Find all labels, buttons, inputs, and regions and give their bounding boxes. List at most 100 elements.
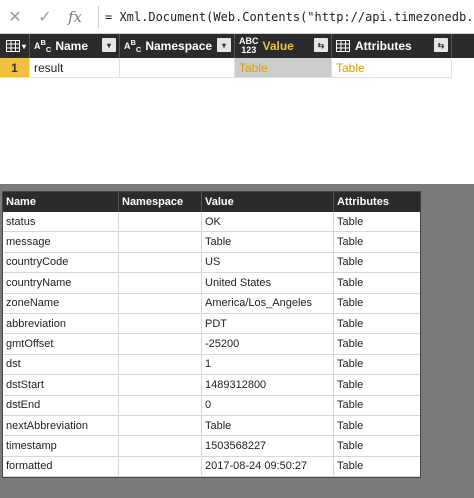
column-header-value[interactable]: ABC 123 Value ⇆ <box>235 34 332 58</box>
cell-value: 1489312800 <box>202 375 334 396</box>
column-header-name[interactable]: ABC Name ▾ <box>30 34 120 58</box>
cell-value: OK <box>202 212 334 233</box>
column-header-namespace[interactable]: ABC Namespace ▾ <box>120 34 235 58</box>
cell-attributes: Table <box>334 457 420 478</box>
cell-namespace <box>119 314 202 335</box>
grid-header: ▾ ABC Name ▾ ABC Namespace ▾ ABC 123 Valu… <box>0 34 474 58</box>
commit-button[interactable]: ✓ <box>30 0 60 33</box>
cell-namespace[interactable] <box>120 58 235 78</box>
cell-attributes: Table <box>334 253 420 274</box>
expand-column-button[interactable]: ⇆ <box>434 38 448 52</box>
preview-header-namespace: Namespace <box>119 192 202 212</box>
table-row: zoneName America/Los_Angeles Table <box>3 293 420 314</box>
table-row: countryName United States Table <box>3 273 420 294</box>
cell-name: zoneName <box>3 293 119 314</box>
cell-attributes: Table <box>334 416 420 437</box>
preview-header-attributes: Attributes <box>337 196 389 208</box>
table-row: dstEnd 0 Table <box>3 395 420 416</box>
table-row: message Table Table <box>3 232 420 253</box>
formula-input[interactable]: = Xml.Document(Web.Contents("http://api.… <box>105 10 474 24</box>
cell-namespace <box>119 252 202 274</box>
column-filter-button[interactable]: ▾ <box>102 38 116 52</box>
cell-name: status <box>3 212 119 233</box>
cell-attributes: Table <box>334 436 420 457</box>
abc-icon: ABC <box>34 38 52 54</box>
cell-namespace <box>119 212 202 233</box>
cell-value: Table <box>202 232 334 253</box>
cell-value: US <box>202 252 334 274</box>
cell-value: 1 <box>202 354 334 376</box>
column-attributes-label: Attributes <box>355 39 412 53</box>
cell-attributes-table-link[interactable]: Table <box>332 58 452 78</box>
cell-value: America/Los_Angeles <box>202 293 334 314</box>
fx-icon: fx <box>67 7 82 26</box>
cell-preview-pane: Name Namespace Value Attributes status OK… <box>2 191 421 478</box>
row-number: 1 <box>0 58 30 78</box>
cell-name: timestamp <box>3 436 119 457</box>
formula-divider <box>98 5 99 28</box>
cell-name: dst <box>3 354 119 376</box>
cell-attributes: Table <box>334 212 420 233</box>
cell-attributes: Table <box>334 375 420 396</box>
cell-namespace <box>119 354 202 376</box>
column-namespace-label: Namespace <box>145 39 213 53</box>
table-row: countryCode US Table <box>3 252 420 274</box>
cell-attributes: Table <box>334 314 420 335</box>
cell-namespace <box>119 416 202 437</box>
cell-name: dstStart <box>3 375 119 396</box>
cell-name: countryCode <box>3 252 119 274</box>
cell-name: formatted <box>3 456 119 478</box>
cell-name: message <box>3 232 119 253</box>
cell-value: Table <box>202 416 334 437</box>
cell-namespace <box>119 273 202 294</box>
cell-value: PDT <box>202 314 334 335</box>
cell-value: United States <box>202 273 334 294</box>
table-row: timestamp 1503568227 Table <box>3 436 420 457</box>
table-row: dst 1 Table <box>3 354 420 376</box>
table-row: status OK Table <box>3 212 420 233</box>
column-value-label: Value <box>262 39 294 53</box>
cell-namespace <box>119 375 202 396</box>
query-result-grid: ▾ ABC Name ▾ ABC Namespace ▾ ABC 123 Valu… <box>0 34 474 184</box>
table-icon <box>6 40 20 52</box>
cell-value-table-link[interactable]: Table <box>235 58 332 78</box>
formula-bar: ✕ ✓ fx = Xml.Document(Web.Contents("http… <box>0 0 474 34</box>
cell-attributes: Table <box>334 355 420 376</box>
expand-column-button[interactable]: ⇆ <box>314 38 328 52</box>
cell-value: 2017-08-24 09:50:27 <box>202 456 334 478</box>
table-row[interactable]: 1 result Table Table <box>0 58 474 78</box>
preview-header-name: Name <box>3 192 119 212</box>
cell-name: dstEnd <box>3 395 119 416</box>
cell-attributes: Table <box>334 396 420 416</box>
chevron-down-icon: ▾ <box>22 41 27 51</box>
abc-icon: ABC <box>124 38 142 54</box>
cell-name: nextAbbreviation <box>3 416 119 437</box>
cell-attributes: Table <box>334 294 420 314</box>
column-header-attributes[interactable]: Attributes ⇆ <box>332 34 452 58</box>
table-menu-button[interactable]: ▾ <box>0 34 30 58</box>
cancel-button[interactable]: ✕ <box>0 0 30 33</box>
insert-function-button[interactable]: fx <box>60 0 90 33</box>
cell-value: 0 <box>202 395 334 416</box>
preview-header: Name Namespace Value Attributes <box>3 192 420 212</box>
cell-name: abbreviation <box>3 314 119 335</box>
preview-header-value: Value <box>202 192 334 212</box>
column-name-label: Name <box>55 39 89 53</box>
cell-namespace <box>119 232 202 253</box>
cell-attributes: Table <box>334 334 420 355</box>
cell-namespace <box>119 436 202 457</box>
column-filter-button[interactable]: ▾ <box>217 38 231 52</box>
close-icon: ✕ <box>8 8 22 26</box>
cell-value: 1503568227 <box>202 436 334 457</box>
table-row: gmtOffset -25200 Table <box>3 334 420 355</box>
cell-name: gmtOffset <box>3 334 119 355</box>
cell-attributes: Table <box>334 232 420 253</box>
cell-name[interactable]: result <box>30 58 120 78</box>
table-row: formatted 2017-08-24 09:50:27 Table <box>3 456 420 478</box>
table-row: dstStart 1489312800 Table <box>3 375 420 396</box>
cell-namespace <box>119 456 202 478</box>
cell-value: -25200 <box>202 334 334 355</box>
cell-name: countryName <box>3 273 119 294</box>
check-icon: ✓ <box>38 8 52 26</box>
abc123-icon: ABC 123 <box>239 36 259 55</box>
